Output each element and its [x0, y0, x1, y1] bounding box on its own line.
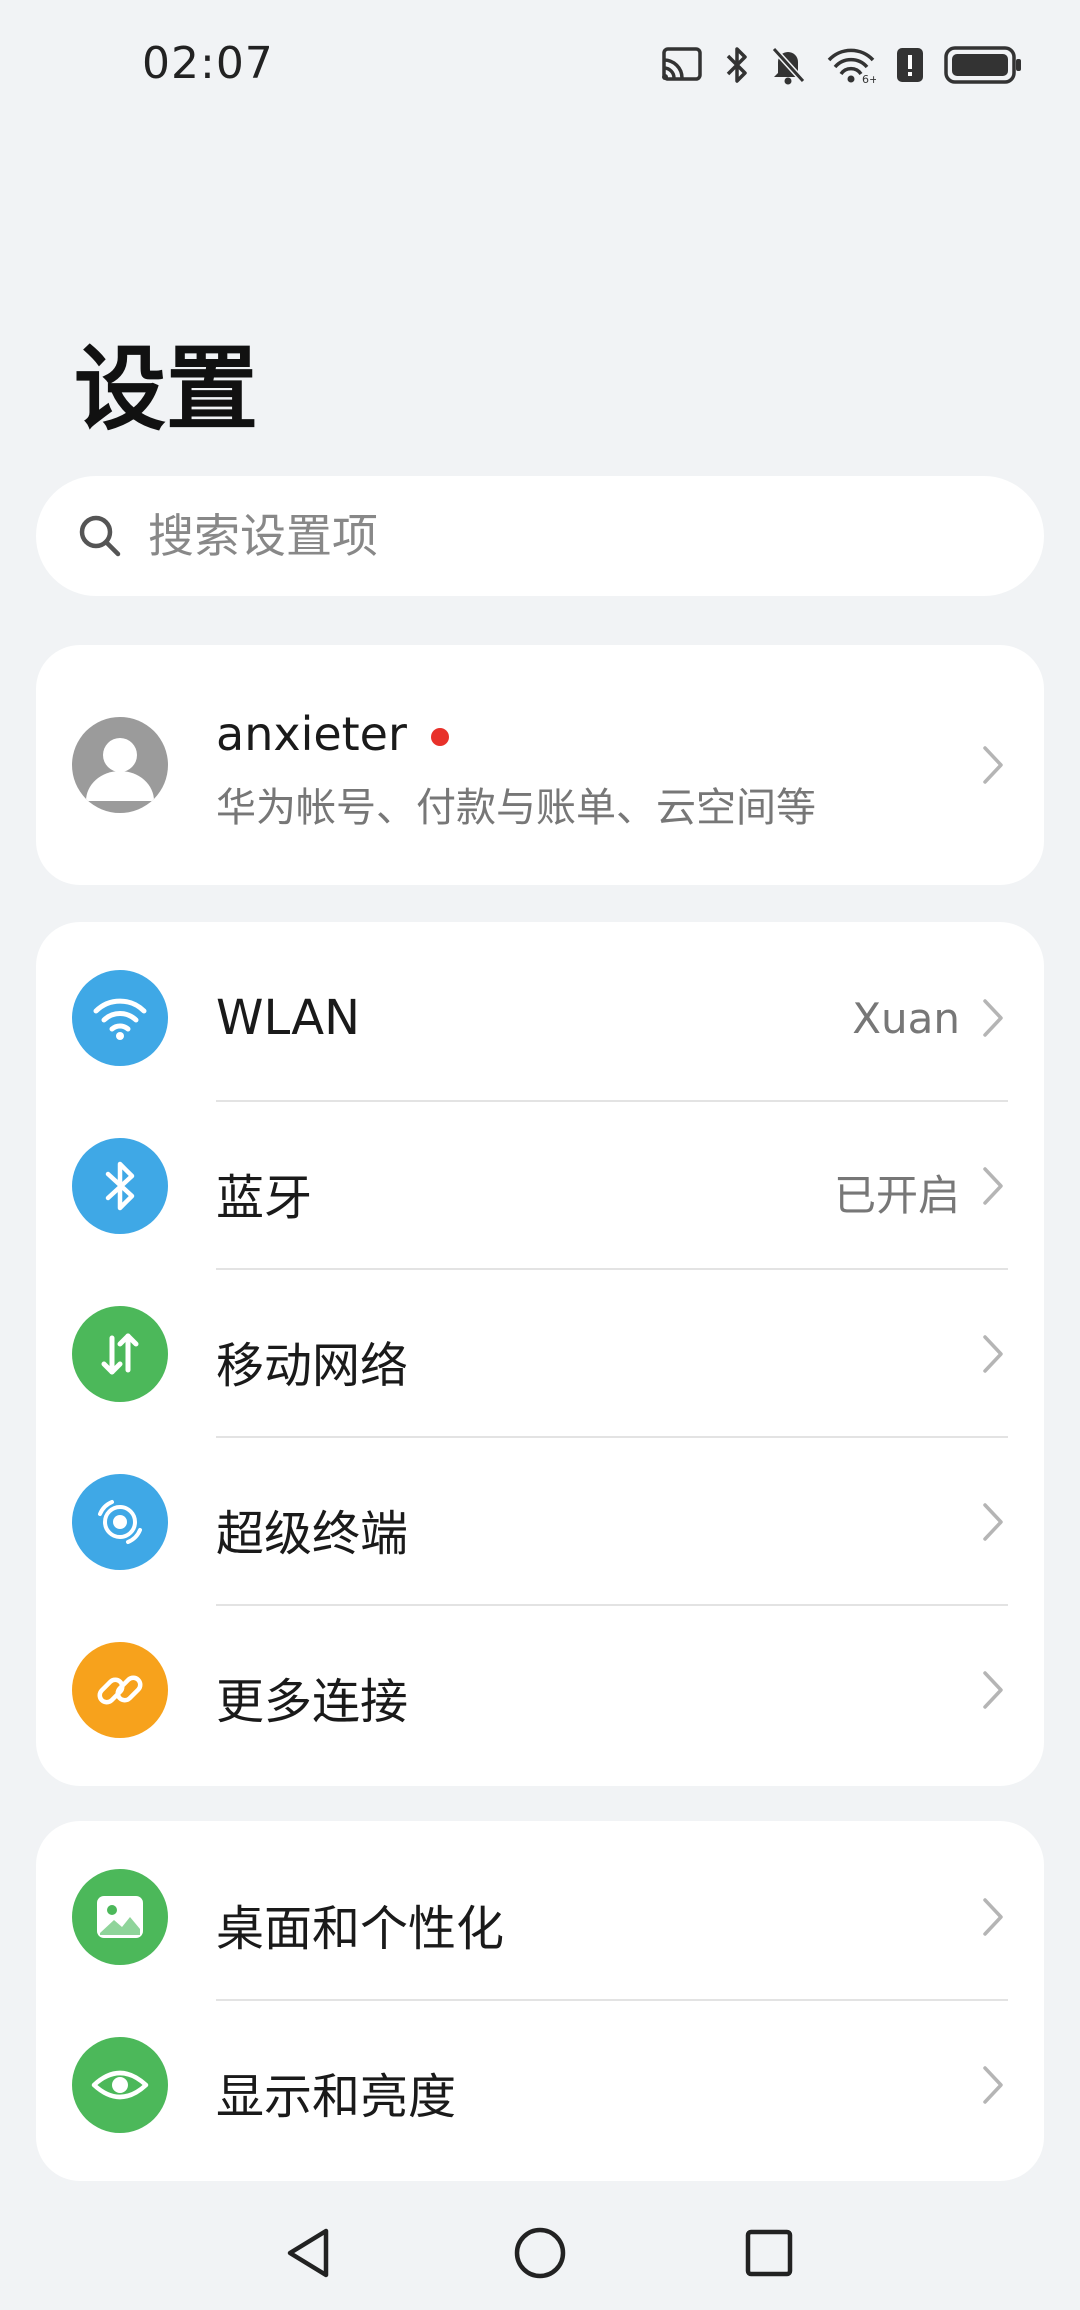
svg-text:6+: 6+	[862, 73, 876, 84]
eye-icon	[72, 2037, 168, 2133]
status-icons: 6+	[660, 40, 1022, 90]
status-time: 02:07	[142, 38, 274, 89]
row-more-connections[interactable]: 更多连接	[36, 1606, 1044, 1774]
row-bluetooth[interactable]: 蓝牙 已开启	[36, 1102, 1044, 1270]
wifi-status-icon: 6+	[826, 46, 876, 84]
row-label: WLAN	[216, 990, 361, 1046]
chevron-right-icon	[983, 999, 1003, 1037]
navigation-bar	[0, 2195, 1080, 2310]
row-label: 蓝牙	[216, 1170, 313, 1226]
row-super-device[interactable]: 超级终端	[36, 1438, 1044, 1606]
chevron-right-icon	[983, 746, 1003, 784]
row-mobile-network[interactable]: 移动网络	[36, 1270, 1044, 1438]
account-card[interactable]: anxieter 华为帐号、付款与账单、云空间等	[36, 645, 1044, 885]
search-bar[interactable]	[36, 476, 1044, 596]
back-icon[interactable]	[276, 2221, 340, 2285]
link-icon	[72, 1642, 168, 1738]
recents-icon[interactable]	[737, 2221, 801, 2285]
connectivity-card: WLAN Xuan 蓝牙 已开启 移动网络 超级终端 更多连接	[36, 922, 1044, 1786]
row-label: 更多连接	[216, 1674, 409, 1730]
chevron-right-icon	[983, 1898, 1003, 1936]
wifi-icon	[72, 970, 168, 1066]
row-value: Xuan	[852, 994, 960, 1043]
notification-dot	[431, 728, 449, 746]
row-label: 显示和亮度	[216, 2069, 457, 2125]
search-icon	[79, 515, 121, 557]
home-icon[interactable]	[508, 2221, 572, 2285]
search-input[interactable]	[146, 508, 1000, 564]
chevron-right-icon	[983, 1335, 1003, 1373]
bluetooth-icon	[72, 1138, 168, 1234]
chevron-right-icon	[983, 1671, 1003, 1709]
page-title: 设置	[74, 336, 259, 443]
row-label: 桌面和个性化	[216, 1901, 505, 1957]
row-desktop-personalization[interactable]: 桌面和个性化	[36, 1833, 1044, 2001]
chevron-right-icon	[983, 2066, 1003, 2104]
row-wlan[interactable]: WLAN Xuan	[36, 934, 1044, 1102]
mobile-data-icon	[72, 1306, 168, 1402]
display-card: 桌面和个性化 显示和亮度	[36, 1821, 1044, 2181]
chevron-right-icon	[983, 1503, 1003, 1541]
avatar	[72, 717, 168, 813]
alert-icon	[896, 46, 924, 84]
chevron-right-icon	[983, 1167, 1003, 1205]
mute-icon	[770, 45, 806, 85]
battery-icon	[944, 45, 1022, 85]
wallpaper-icon	[72, 1869, 168, 1965]
bluetooth-icon	[724, 45, 750, 85]
super-device-icon	[72, 1474, 168, 1570]
row-label: 超级终端	[216, 1506, 409, 1562]
account-name: anxieter	[216, 707, 407, 761]
account-subtitle: 华为帐号、付款与账单、云空间等	[216, 785, 816, 831]
row-value: 已开启	[833, 1171, 960, 1220]
row-label: 移动网络	[216, 1338, 409, 1394]
cast-icon	[660, 46, 704, 84]
status-bar: 02:07 6+	[0, 0, 1080, 130]
row-display-brightness[interactable]: 显示和亮度	[36, 2001, 1044, 2169]
